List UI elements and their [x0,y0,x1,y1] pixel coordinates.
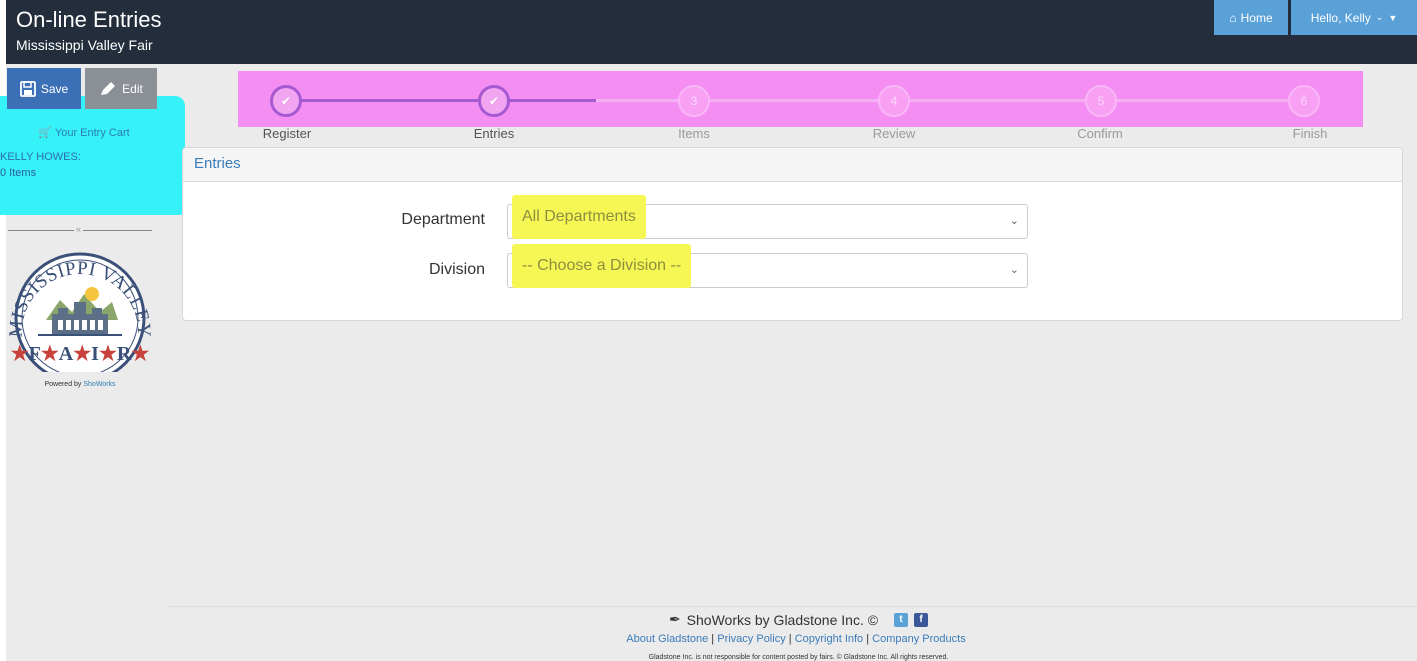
twitter-icon[interactable]: t [894,612,909,627]
chevron-down-icon: ⌄ [1375,12,1384,22]
collapse-icon[interactable]: « [74,224,84,234]
division-label: Division [428,261,485,278]
top-navbar: On-line Entries Mississippi Valley Fair … [6,0,1417,64]
footer-brand: ✒ ShoWorks by Gladstone Inc. © t f [0,611,1417,628]
logo-fair-text: ★F★A★I★R★ [11,343,150,365]
step-1-label: Register [262,126,312,141]
step-4-label: Review [872,126,916,141]
caret-down-icon: ▼ [1388,12,1398,23]
step-3-circle[interactable]: 3 [678,85,710,117]
footer-brand-text: ShoWorks by Gladstone Inc. © [686,611,879,628]
division-value: -- Choose a Division -- [512,244,692,288]
cart-exhibitor-name: KELLY HOWES: [0,151,81,163]
sidebar-divider: « [8,224,152,234]
entries-heading: Entries [183,148,1402,182]
showorks-link[interactable]: ShoWorks [83,381,115,388]
chevron-down-icon: ⌄ [1009,215,1019,227]
fair-logo-graphic: MISSISSIPPI VALLEY ★F★A★I★R★ [6,252,154,384]
check-icon: ✔ [280,94,292,108]
step-4-number: 4 [890,94,898,108]
footer-divider [166,606,1417,607]
step-2-circle[interactable]: ✔ [478,85,510,117]
cart-item-count: 0 Items [0,167,37,179]
entry-cart-link[interactable]: 🛒 Your Entry Cart [0,126,168,139]
cart-icon: 🛒 [38,127,53,139]
app-title: On-line Entries [16,7,162,32]
edit-button[interactable]: Edit [85,68,157,109]
user-menu-button[interactable]: Hello, Kelly ⌄ ▼ [1291,0,1417,35]
step-5-number: 5 [1097,94,1105,108]
home-icon: ⌂ [1229,10,1237,25]
copyright-info-link[interactable]: Copyright Info [795,633,863,645]
save-label: Save [40,81,69,96]
fair-name: Mississippi Valley Fair [16,37,153,53]
feather-icon: ✒ [668,611,681,627]
home-label: Home [1240,10,1273,25]
chevron-down-icon: ⌄ [1009,264,1019,276]
department-select[interactable]: All Departments ⌄ [507,195,1028,239]
edit-label: Edit [122,81,143,96]
step-2-label: Entries [473,126,515,141]
facebook-icon[interactable]: f [914,612,929,627]
step-4-circle[interactable]: 4 [878,85,910,117]
step-6-number: 6 [1300,94,1308,108]
check-icon: ✔ [488,94,500,108]
progress-line-complete [300,99,596,102]
step-5-label: Confirm [1077,126,1123,141]
home-button[interactable]: ⌂ Home [1214,0,1288,35]
about-gladstone-link[interactable]: About Gladstone [626,633,708,645]
pencil-icon [101,81,116,95]
step-6-label: Finish [1292,126,1328,141]
footer-disclaimer: Gladstone Inc. is not responsible for co… [648,654,949,661]
entries-panel: Entries Department All Departments ⌄ Div… [182,147,1403,321]
department-value: All Departments [512,195,646,239]
footer-links: About Gladstone | Privacy Policy | Copyr… [626,633,966,645]
company-products-link[interactable]: Company Products [872,633,966,645]
step-6-circle[interactable]: 6 [1288,85,1320,117]
powered-by: Powered by ShoWorks [0,381,160,388]
step-3-label: Items [678,126,710,141]
powered-prefix: Powered by [44,381,82,388]
step-1-circle[interactable]: ✔ [270,85,302,117]
department-label: Department [401,211,485,228]
save-button[interactable]: Save [7,68,81,109]
privacy-policy-link[interactable]: Privacy Policy [717,633,785,645]
user-greeting: Hello, Kelly [1310,10,1371,25]
step-5-circle[interactable]: 5 [1085,85,1117,117]
step-3-number: 3 [690,94,698,108]
cart-title-label: Your Entry Cart [54,127,130,139]
division-select[interactable]: -- Choose a Division -- ⌄ [507,244,1028,288]
fair-logo: MISSISSIPPI VALLEY ★F★A★I★R★ [6,250,154,384]
floppy-disk-icon [19,80,36,97]
